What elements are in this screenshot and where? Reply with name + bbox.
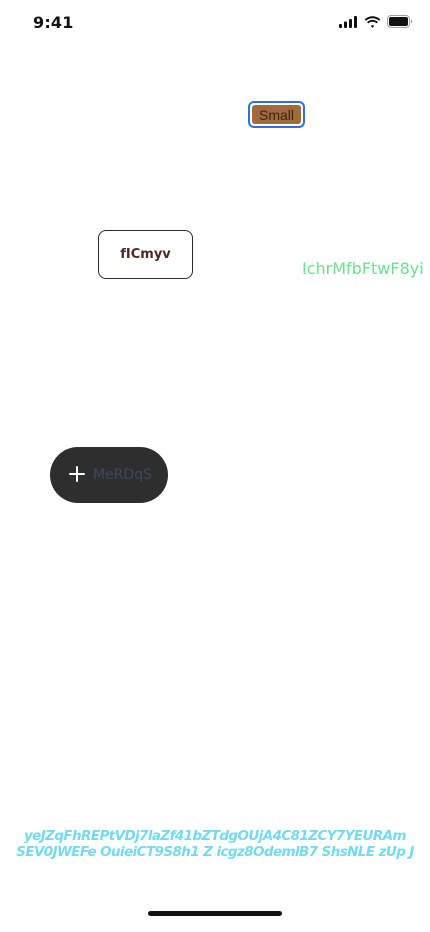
- wifi-icon: [364, 15, 381, 28]
- small-button[interactable]: Small: [248, 101, 305, 128]
- outline-button[interactable]: fICmyv: [98, 230, 193, 279]
- cyan-text-line-2: SEV0JWEFe OuieiCT9S8h1 Z icgz8OdemlB7 Sh…: [16, 844, 414, 860]
- plus-icon: [69, 466, 85, 482]
- pill-button-label: MeRDqS: [93, 467, 152, 483]
- cellular-signal-icon: [339, 15, 357, 28]
- status-time: 9:41: [33, 13, 74, 32]
- battery-icon: [387, 15, 413, 28]
- green-text-label: IchrMfbFtwF8yi: [302, 259, 424, 278]
- home-indicator[interactable]: [148, 911, 282, 916]
- cyan-text-line-1: yeJZqFhREPtVDj7laZf41bZTdgOUjA4C81ZCY7YE…: [23, 828, 407, 844]
- status-bar: 9:41: [0, 0, 430, 46]
- cyan-text-block: yeJZqFhREPtVDj7laZf41bZTdgOUjA4C81ZCY7YE…: [0, 828, 430, 860]
- add-pill-button[interactable]: MeRDqS: [50, 447, 168, 503]
- small-button-label: Small: [252, 105, 301, 124]
- status-icons: [339, 15, 413, 28]
